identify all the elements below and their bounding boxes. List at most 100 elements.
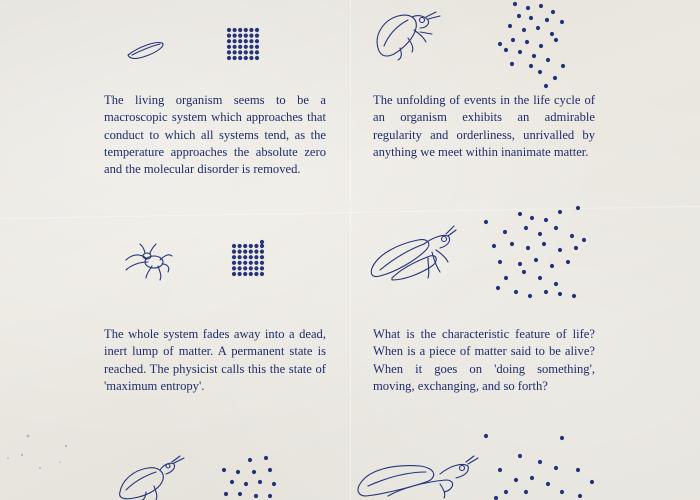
particle-dot — [254, 44, 260, 49]
particle-dot — [231, 260, 237, 265]
particle-dot — [553, 281, 559, 287]
particles-scattered — [497, 1, 566, 89]
particles-scattered — [483, 205, 587, 299]
particle-dot — [249, 27, 254, 33]
particle-dot — [557, 291, 563, 297]
particle-dot — [235, 469, 241, 475]
particle-dot — [267, 493, 273, 499]
particle-dot — [565, 259, 571, 265]
particle-dot — [249, 33, 254, 38]
particle-dot — [232, 50, 237, 55]
particle-dot — [226, 27, 232, 33]
particle-dot — [503, 489, 509, 495]
particle-dot — [259, 243, 265, 249]
particle-dot — [231, 249, 237, 254]
illustrations — [7, 1, 595, 500]
particle-dot — [528, 63, 534, 69]
particle-dot — [531, 53, 537, 59]
particle-dot — [238, 55, 243, 61]
particle-dot — [259, 255, 265, 260]
particle-dot — [577, 493, 583, 499]
particle-dot — [237, 271, 242, 277]
particle-dot — [493, 495, 499, 500]
particle-dot — [503, 47, 509, 53]
particle-dot — [231, 243, 237, 249]
particle-dot — [513, 289, 519, 295]
particle-dot — [237, 491, 243, 497]
particle-dot — [249, 50, 254, 55]
dragonfly-icon — [357, 455, 479, 499]
particle-dot — [237, 243, 242, 249]
particle-dot — [497, 41, 503, 47]
particle-dot — [238, 44, 243, 49]
particle-dot — [529, 475, 535, 481]
particle-dot — [541, 241, 547, 247]
particle-dot — [237, 249, 242, 254]
particle-dot — [538, 43, 544, 49]
particle-dot — [571, 293, 577, 299]
particle-dot — [533, 257, 539, 263]
particle-dot — [263, 455, 269, 461]
particle-dot — [259, 239, 265, 245]
particle-dot — [527, 293, 533, 299]
particle-dot — [517, 49, 523, 55]
particle-dot — [523, 225, 529, 231]
particle-dot — [517, 453, 523, 459]
particle-dot — [254, 271, 259, 277]
particle-dot — [497, 259, 503, 265]
particle-dot — [248, 255, 253, 260]
particle-dot — [254, 255, 259, 260]
particle-dot — [259, 249, 265, 254]
particle-dot — [247, 457, 253, 463]
particle-dot — [243, 260, 248, 265]
particle-dot — [243, 266, 248, 271]
particle-dot — [535, 25, 541, 31]
particle-dot — [259, 271, 265, 277]
particle-dot — [529, 215, 535, 221]
particle-dot — [537, 231, 543, 237]
cicada-icon — [376, 11, 441, 61]
particle-dot — [243, 55, 248, 61]
paper-specks — [7, 434, 68, 469]
particle-dot — [249, 39, 254, 44]
paragraph-life-cycle: The unfolding of events in the life cycl… — [373, 93, 595, 159]
particle-dot — [248, 249, 253, 254]
particle-dot — [243, 481, 249, 487]
particle-dot — [537, 459, 543, 465]
particle-dot — [552, 75, 558, 81]
particle-dot — [537, 69, 543, 75]
particle-dot — [271, 481, 277, 487]
particles-ordered-grid — [231, 239, 265, 277]
paragraph-feature-of-life: What is the characteristic feature of li… — [373, 327, 595, 393]
particle-dot — [517, 261, 523, 267]
particle-dot — [248, 243, 253, 249]
particle-dot — [549, 31, 555, 37]
particle-dot — [557, 247, 563, 253]
particle-dot — [521, 269, 527, 275]
particle-dot — [254, 266, 259, 271]
particle-dot — [512, 1, 518, 7]
seed-icon — [127, 42, 164, 60]
particle-dot — [543, 83, 549, 89]
particle-dot — [483, 219, 489, 225]
particle-dot — [249, 44, 254, 49]
particle-dot — [525, 245, 531, 251]
particle-dot — [573, 245, 579, 251]
particle-dot — [545, 57, 551, 63]
particle-dot — [249, 55, 254, 61]
particle-dot — [516, 13, 522, 19]
particle-dot — [248, 266, 253, 271]
particle-dot — [553, 225, 559, 231]
particle-dot — [523, 489, 529, 495]
particle-dot — [231, 266, 237, 271]
particle-dot — [254, 27, 260, 33]
particles-loose-cluster — [221, 455, 277, 499]
particle-dot — [226, 44, 232, 49]
particle-dot — [559, 19, 565, 25]
particle-dot — [575, 467, 581, 473]
particle-dot — [559, 489, 565, 495]
particles-scattered — [483, 433, 595, 500]
particle-dot — [543, 289, 549, 295]
particle-dot — [559, 435, 565, 441]
particle-dot — [248, 260, 253, 265]
